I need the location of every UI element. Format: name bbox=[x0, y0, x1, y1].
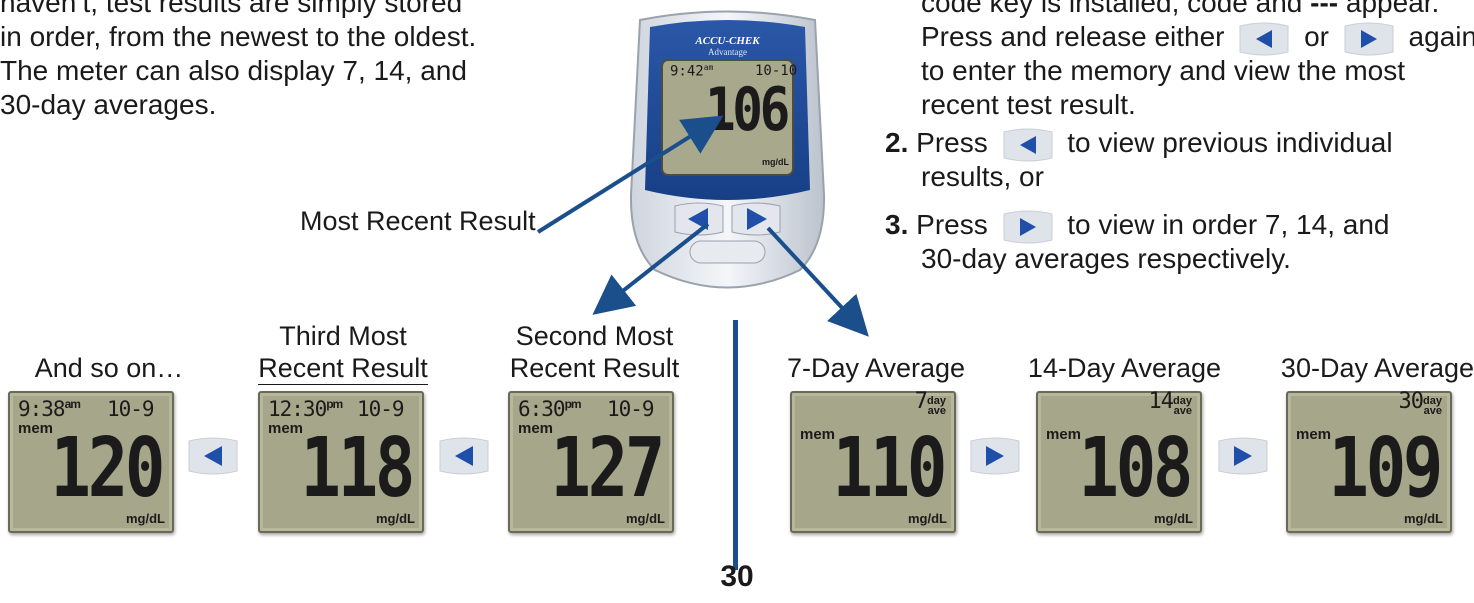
meter-right-button[interactable] bbox=[729, 201, 783, 242]
meter-model: Advantage bbox=[708, 47, 747, 57]
meter-unit: mg/dL bbox=[762, 157, 789, 167]
reading-value: 108 bbox=[1078, 421, 1193, 516]
right-button-icon bbox=[968, 436, 1022, 481]
step-3-line-1: 3. Press to view in order 7, 14, and bbox=[885, 208, 1389, 244]
lcd-display: 12:30pm 10-9 mem 118 mg/dL bbox=[258, 391, 424, 533]
intro-line: haven’t, test results are simply stored bbox=[0, 0, 463, 18]
lcd-display: 30day ave mem 109 mg/dL bbox=[1286, 391, 1452, 533]
left-button-icon bbox=[186, 436, 240, 481]
average-indicator: 30day ave bbox=[1398, 389, 1442, 417]
meter-reading: 106 bbox=[705, 75, 790, 145]
display-label: 30-Day Average bbox=[1280, 353, 1474, 383]
left-button-icon bbox=[1236, 22, 1292, 56]
step-1-line-4: recent test result. bbox=[921, 89, 1136, 120]
intro-line: in order, from the newest to the oldest. bbox=[0, 21, 477, 52]
step-1-line-3: to enter the memory and view the most bbox=[921, 55, 1405, 86]
meter-brand: ACCU-CHEK bbox=[695, 35, 760, 47]
reading-value: 118 bbox=[300, 421, 415, 516]
right-button-icon bbox=[1000, 210, 1056, 244]
reading-value: 120 bbox=[50, 421, 165, 516]
right-button-icon bbox=[1216, 436, 1270, 481]
right-button-icon bbox=[1341, 22, 1397, 56]
most-recent-result-label: Most Recent Result bbox=[300, 206, 536, 236]
step-3-line-2: 30-day averages respectively. bbox=[921, 243, 1291, 274]
average-indicator: 7day ave bbox=[914, 389, 946, 417]
left-button-icon bbox=[1000, 128, 1056, 162]
lcd-display: 7day ave mem 110 mg/dL bbox=[790, 391, 956, 533]
display-label: And so on… bbox=[34, 353, 184, 383]
intro-paragraph: haven’t, test results are simply stored … bbox=[0, 0, 540, 122]
reading-value: 110 bbox=[832, 421, 947, 516]
meter-device: ACCU-CHEK Advantage 9:42am 10-10 106 mg/… bbox=[610, 5, 845, 305]
center-divider bbox=[733, 320, 738, 570]
step-1-line-2: Press and release either or again bbox=[921, 20, 1474, 56]
intro-line: 30-day averages. bbox=[0, 89, 217, 120]
step-2-line-2: results, or bbox=[921, 161, 1044, 192]
display-label: 14-Day Average bbox=[1027, 353, 1222, 383]
reading-value: 127 bbox=[550, 421, 665, 516]
display-label: Third Most Recent Result bbox=[258, 321, 428, 385]
page-number: 30 bbox=[720, 560, 754, 593]
step-1-line-1: code key is installed, code and --- appe… bbox=[921, 0, 1439, 20]
meter-left-button[interactable] bbox=[672, 201, 726, 242]
lcd-display: 9:38am 10-9 mem 120 mg/dL bbox=[8, 391, 174, 533]
lcd-display: 14day ave mem 108 mg/dL bbox=[1036, 391, 1202, 533]
intro-line: The meter can also display 7, 14, and bbox=[0, 55, 467, 86]
left-button-icon bbox=[437, 436, 491, 481]
display-label: 7-Day Average bbox=[786, 353, 966, 383]
average-indicator: 14day ave bbox=[1148, 389, 1192, 417]
display-label: Second Most Recent Result bbox=[509, 321, 680, 383]
code-dashes: --- bbox=[1310, 0, 1339, 18]
reading-value: 109 bbox=[1328, 421, 1443, 516]
lcd-display: 6:30pm 10-9 mem 127 mg/dL bbox=[508, 391, 674, 533]
step-2-line-1: 2. Press to view previous individual bbox=[885, 126, 1393, 162]
